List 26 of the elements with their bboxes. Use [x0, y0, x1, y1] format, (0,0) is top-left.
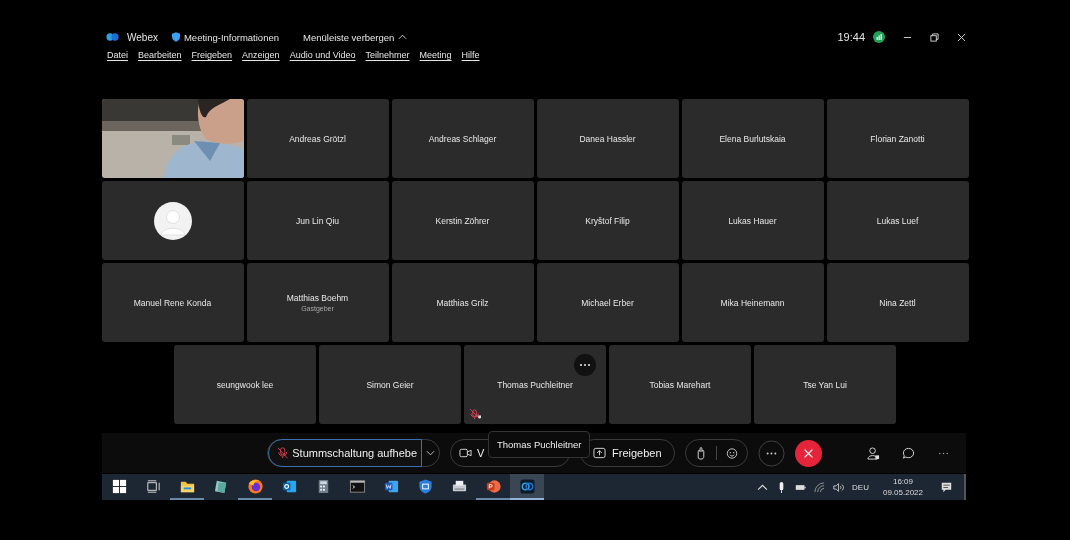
participant-name: Florian Zanotti	[870, 133, 925, 144]
participant-name: Michael Erber	[581, 297, 634, 308]
participant-name: Tse Yan Lui	[803, 379, 847, 390]
meeting-time: 19:44	[837, 31, 865, 43]
participant-name: Danea Hassler	[579, 133, 636, 144]
participant-name: Elena Burlutskaia	[719, 133, 786, 144]
clock-date: 09.05.2022	[882, 487, 923, 498]
participant-name: Thomas Puchleitner	[497, 379, 573, 390]
app-name: Webex	[127, 31, 158, 43]
participant-name: Kerstin Zöhrer	[435, 215, 490, 226]
participant-name: Simon Geier	[366, 379, 414, 390]
participant-name: Jun Lin Qiu	[296, 215, 339, 226]
participant-name: Andreas Grötzl	[289, 133, 346, 144]
participant-name: Matthias Boehm	[286, 293, 349, 303]
tooltip: Thomas Puchleitner	[488, 431, 591, 458]
participant-name: Lukas Hauer	[728, 215, 777, 226]
participant-name: Lukas Luef	[876, 215, 919, 226]
clock-time: 16:09	[892, 476, 913, 487]
participant-name: Mika Heinemann	[720, 297, 785, 308]
participant-name: Tobias Marehart	[649, 379, 711, 390]
participant-name: seungwook lee	[216, 379, 274, 390]
participant-name: Kryštof Filip	[585, 215, 630, 226]
participant-name: Nina Zettl	[879, 297, 916, 308]
participant-name: Manuel Rene Konda	[133, 297, 212, 308]
participant-name: Andreas Schlager	[428, 133, 497, 144]
participant-name: Matthias Grilz	[436, 297, 489, 308]
